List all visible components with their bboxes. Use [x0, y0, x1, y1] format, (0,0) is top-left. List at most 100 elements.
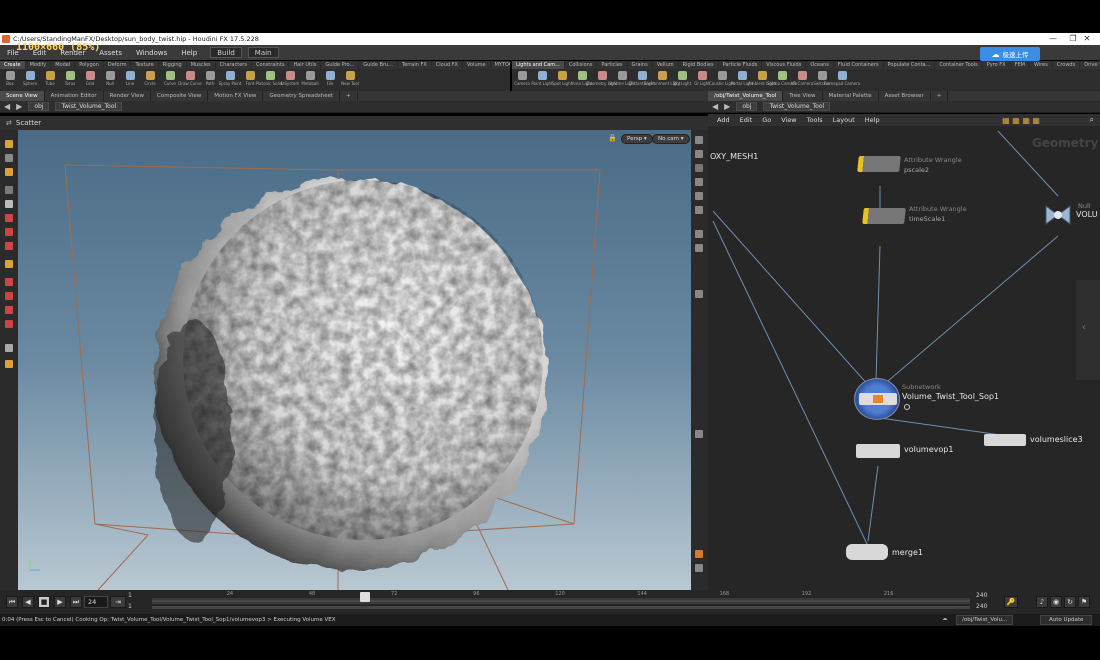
left-shelf-tool[interactable]: Platonic Solids — [256, 71, 284, 86]
grid-icon[interactable] — [695, 430, 703, 438]
right-shelf-tool[interactable]: Point Light — [531, 71, 553, 86]
left-shelf-tool[interactable]: Circle — [140, 71, 160, 86]
menu-layout[interactable]: Layout — [828, 116, 860, 124]
desktop-build-select[interactable]: Build — [210, 47, 242, 58]
tab-scene-view[interactable]: Scene View — [0, 91, 45, 101]
auto-update-button[interactable]: Auto Update — [1040, 615, 1093, 625]
add-tab-icon[interactable]: + — [340, 91, 358, 101]
tab-composite-view[interactable]: Composite View — [151, 91, 209, 101]
step-back-icon[interactable]: ◀ — [22, 596, 34, 608]
left-shelf-tool[interactable]: Tube — [40, 71, 60, 86]
normal-display-icon[interactable] — [695, 206, 703, 214]
menu-edit[interactable]: Edit — [735, 116, 758, 124]
add-tab-icon[interactable]: + — [931, 91, 949, 101]
loop-icon[interactable]: ↻ — [1064, 596, 1076, 608]
node-volumeslice[interactable] — [984, 434, 1026, 446]
left-shelf-tool[interactable]: New Tool — [340, 71, 360, 86]
node-subnetwork[interactable] — [854, 378, 900, 420]
right-shelf-tab[interactable]: Particles — [597, 61, 628, 69]
left-shelf-tab[interactable]: Model — [51, 61, 76, 69]
tab-tree-view[interactable]: Tree View — [783, 91, 823, 101]
left-shelf-tool[interactable]: Sphere — [20, 71, 40, 86]
right-shelf-tab[interactable]: Vellum — [653, 61, 679, 69]
left-shelf-tab[interactable]: Deform — [104, 61, 132, 69]
menu-tools[interactable]: Tools — [802, 116, 828, 124]
back-arrow-icon[interactable]: ◀ — [4, 102, 10, 111]
node-proxy-mesh[interactable]: OXY_MESH1 — [710, 152, 758, 161]
right-shelf-tab[interactable]: Fluid Containers — [834, 61, 884, 69]
forward-arrow-icon[interactable]: ▶ — [724, 102, 730, 111]
path-obj[interactable]: obj — [28, 102, 50, 111]
display-options-icon[interactable] — [695, 136, 703, 144]
frame-step-icon[interactable]: ⇥ — [110, 596, 126, 608]
light-toggle-icon[interactable] — [695, 178, 703, 186]
realtime-icon[interactable]: ◉ — [1050, 596, 1062, 608]
left-shelf-tab[interactable]: Modify — [26, 61, 52, 69]
tab-material-palette[interactable]: Material Palette — [823, 91, 879, 101]
back-arrow-icon[interactable]: ◀ — [712, 102, 718, 111]
render-icon[interactable] — [695, 550, 703, 558]
right-shelf-tab[interactable]: Viscous Fluids — [762, 61, 807, 69]
snapshot-icon[interactable] — [695, 564, 703, 572]
left-shelf-tool[interactable]: Spray Paint — [219, 71, 241, 86]
left-shelf-tab[interactable]: Cloud FX — [432, 61, 463, 69]
left-shelf-tool[interactable]: Grid — [80, 71, 100, 86]
magnet-icon[interactable] — [5, 320, 13, 328]
left-shelf-tool[interactable]: Null — [100, 71, 120, 86]
left-shelf-tab[interactable]: MYTOOLKIT — [491, 61, 510, 69]
path-node[interactable]: Twist_Volume_Tool — [763, 102, 831, 111]
forward-arrow-icon[interactable]: ▶ — [16, 102, 22, 111]
left-shelf-tab[interactable]: Guide Bru... — [359, 61, 398, 69]
left-shelf-tool[interactable]: Curve — [160, 71, 180, 86]
translate-icon[interactable] — [5, 228, 13, 236]
right-shelf-tool[interactable]: Stereo Camera — [767, 71, 797, 86]
left-shelf-tab[interactable]: Rigging — [159, 61, 187, 69]
menu-add[interactable]: Add — [712, 116, 735, 124]
right-shelf-tab[interactable]: Grains — [628, 61, 653, 69]
path-node[interactable]: Twist_Volume_Tool — [55, 102, 123, 111]
right-shelf-tab[interactable]: Rigid Bodies — [679, 61, 719, 69]
menu-view[interactable]: View — [776, 116, 801, 124]
right-shelf-tab[interactable]: Populate Conta... — [884, 61, 936, 69]
right-shelf-tool[interactable]: VR Camera — [791, 71, 813, 86]
right-shelf-tool[interactable]: Caustic Light — [709, 71, 735, 86]
node-null[interactable] — [1042, 202, 1074, 228]
shading-icon[interactable] — [695, 164, 703, 172]
node-merge[interactable] — [846, 544, 888, 560]
visibility-icon[interactable] — [695, 244, 703, 252]
light-icon[interactable] — [5, 360, 13, 368]
view-icon[interactable] — [5, 260, 13, 268]
menu-windows[interactable]: Windows — [129, 49, 174, 57]
range-end-2[interactable]: 240 — [976, 603, 987, 610]
left-shelf-tool[interactable]: Metaball — [300, 71, 320, 86]
node-volumevop[interactable] — [856, 444, 900, 458]
right-shelf-tab[interactable]: Container Tools — [935, 61, 983, 69]
network-editor[interactable]: Geometry OXY_MESH1 Attribute Wrangle psc… — [708, 126, 1100, 590]
left-shelf-tool[interactable]: Line — [120, 71, 140, 86]
tab-network-editor[interactable]: /obj/Twist_Volume_Tool — [708, 91, 784, 101]
ghost-icon[interactable] — [695, 230, 703, 238]
persp-dropdown[interactable]: Persp ▾ — [621, 134, 653, 144]
left-shelf-tab[interactable]: Hair Utils — [289, 61, 322, 69]
audio-icon[interactable]: ♪ — [1036, 596, 1048, 608]
right-shelf-tab[interactable]: Particle Fluids — [719, 61, 763, 69]
camera-icon[interactable] — [5, 344, 13, 352]
right-shelf-tab[interactable]: Collisions — [565, 61, 598, 69]
goto-end-icon[interactable]: ⏭ — [70, 596, 82, 608]
right-shelf-tab[interactable]: Drive Simulation — [1080, 61, 1100, 69]
viewport-3d[interactable]: Persp ▾ No cam ▾ 🔒 — [18, 130, 691, 590]
right-shelf-tool[interactable]: Sky Light — [672, 71, 692, 86]
key-icon[interactable]: 🔑 — [1004, 596, 1018, 608]
range-start-2[interactable]: 1 — [128, 603, 132, 610]
move-icon[interactable] — [5, 154, 13, 162]
select-icon[interactable] — [5, 140, 13, 148]
tab-render-view[interactable]: Render View — [104, 91, 152, 101]
node-attribute-wrangle-1[interactable] — [857, 156, 901, 172]
left-shelf-tab[interactable]: Terrain FX — [398, 61, 432, 69]
menu-help[interactable]: Help — [174, 49, 204, 57]
left-shelf-tab[interactable]: Characters — [216, 61, 252, 69]
menu-help[interactable]: Help — [860, 116, 885, 124]
right-shelf-tab[interactable]: Lights and Cam... — [512, 61, 565, 69]
snap-grid-icon[interactable] — [5, 292, 13, 300]
cloud-upload-button[interactable]: ☁ 极速上传 — [980, 47, 1040, 61]
